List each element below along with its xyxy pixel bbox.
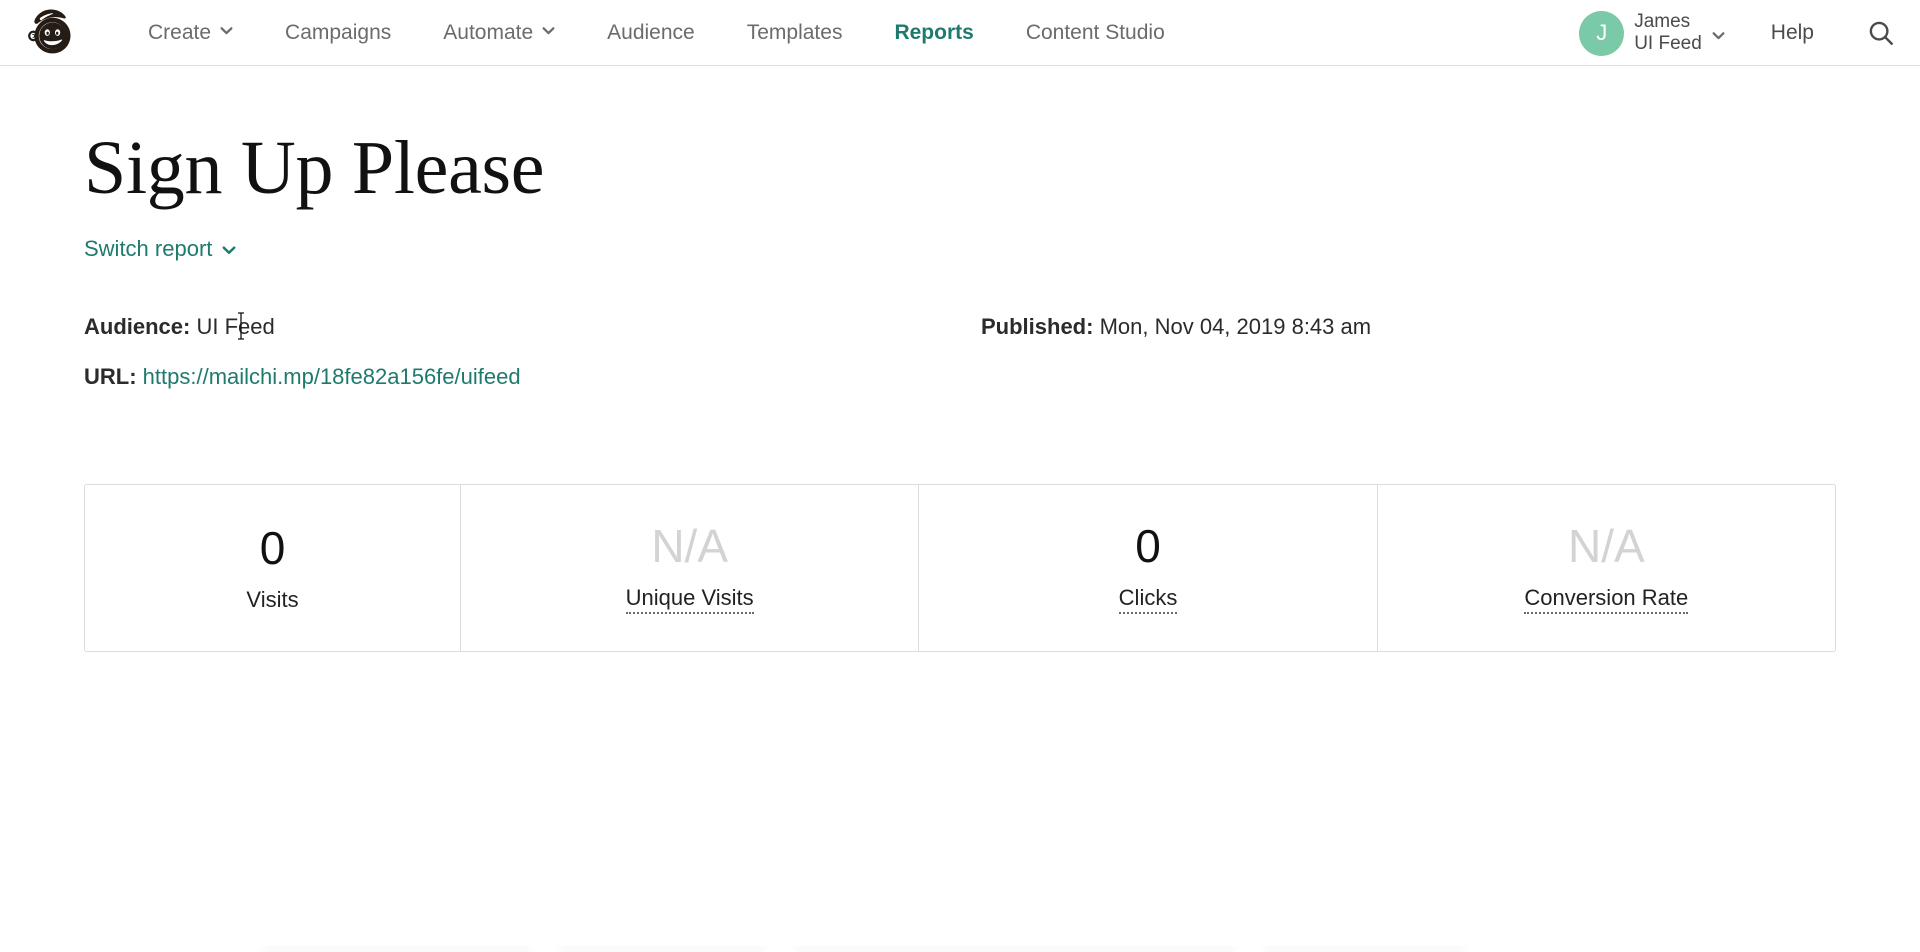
chevron-down-icon xyxy=(222,243,236,257)
avatar[interactable]: J xyxy=(1579,10,1625,56)
published-label: Published: xyxy=(981,314,1094,339)
nav-item-content-studio[interactable]: Content Studio xyxy=(1000,22,1191,43)
stats-card-group: 0 Visits N/A Unique Visits 0 Clicks N/A … xyxy=(84,484,1836,652)
published-row: Published: Mon, Nov 04, 2019 8:43 am xyxy=(981,316,1371,338)
primary-nav-list: Create Campaigns Automate Audience Templ… xyxy=(122,22,1191,43)
nav-item-templates[interactable]: Templates xyxy=(721,22,869,43)
stat-card-conversion-rate: N/A Conversion Rate xyxy=(1376,485,1835,651)
audience-value: UI Feed xyxy=(196,314,275,339)
stat-card-clicks: 0 Clicks xyxy=(918,485,1376,651)
nav-item-create[interactable]: Create xyxy=(122,22,259,43)
account-org-name: UI Feed xyxy=(1634,33,1702,54)
stat-value: 0 xyxy=(259,522,286,574)
report-url-link[interactable]: https://mailchi.mp/18fe82a156fe/uifeed xyxy=(143,364,521,389)
stat-value: N/A xyxy=(651,519,729,572)
nav-item-label: Templates xyxy=(746,21,843,44)
nav-item-label: Content Studio xyxy=(1025,21,1165,44)
nav-item-automate[interactable]: Automate xyxy=(417,22,581,43)
page-title: Sign Up Please xyxy=(84,126,545,210)
page-bottom-edge xyxy=(0,946,1920,952)
stat-label-unique-visits[interactable]: Unique Visits xyxy=(625,586,754,614)
audience-label: Audience: xyxy=(84,314,191,339)
nav-item-campaigns[interactable]: Campaigns xyxy=(259,22,417,43)
nav-item-label: Create xyxy=(148,21,212,44)
nav-item-label: Automate xyxy=(443,21,534,44)
account-menu[interactable]: J James UI Feed xyxy=(1579,10,1725,56)
url-row: URL: https://mailchi.mp/18fe82a156fe/uif… xyxy=(84,366,1836,388)
nav-item-label: Reports xyxy=(894,21,974,44)
stat-label-conversion-rate[interactable]: Conversion Rate xyxy=(1524,586,1689,614)
stat-card-visits: 0 Visits xyxy=(85,485,460,651)
stat-label-clicks[interactable]: Clicks xyxy=(1118,586,1178,614)
account-user-name: James xyxy=(1634,10,1691,32)
chevron-down-icon xyxy=(1712,29,1725,42)
search-icon[interactable] xyxy=(1864,16,1898,50)
stat-value: N/A xyxy=(1567,519,1645,572)
nav-right-group: J James UI Feed Help xyxy=(1564,0,1920,66)
nav-item-audience[interactable]: Audience xyxy=(581,22,721,43)
nav-item-label: Campaigns xyxy=(285,21,392,44)
switch-report-label: Switch report xyxy=(84,236,213,261)
report-page: Sign Up Please Switch report Audience: U… xyxy=(0,130,1920,652)
avatar-initial: J xyxy=(1596,20,1608,45)
help-link[interactable]: Help xyxy=(1771,21,1814,45)
chevron-down-icon xyxy=(542,24,555,37)
published-value: Mon, Nov 04, 2019 8:43 am xyxy=(1099,314,1372,339)
stat-label-visits: Visits xyxy=(246,587,299,612)
switch-report-dropdown[interactable]: Switch report xyxy=(84,236,236,262)
top-navigation-bar: Create Campaigns Automate Audience Templ… xyxy=(0,0,1920,66)
stat-card-unique-visits: N/A Unique Visits xyxy=(460,485,918,651)
stat-value: 0 xyxy=(1135,519,1161,572)
url-label: URL: xyxy=(84,364,137,389)
mailchimp-logo[interactable] xyxy=(16,7,88,59)
chevron-down-icon xyxy=(220,24,233,37)
nav-item-label: Audience xyxy=(607,21,695,44)
audience-row: Audience: UI Feed Published: Mon, Nov 04… xyxy=(84,312,1836,340)
account-names: James UI Feed xyxy=(1634,11,1702,56)
nav-item-reports[interactable]: Reports xyxy=(868,22,999,43)
report-metadata: Audience: UI Feed Published: Mon, Nov 04… xyxy=(84,312,1836,388)
